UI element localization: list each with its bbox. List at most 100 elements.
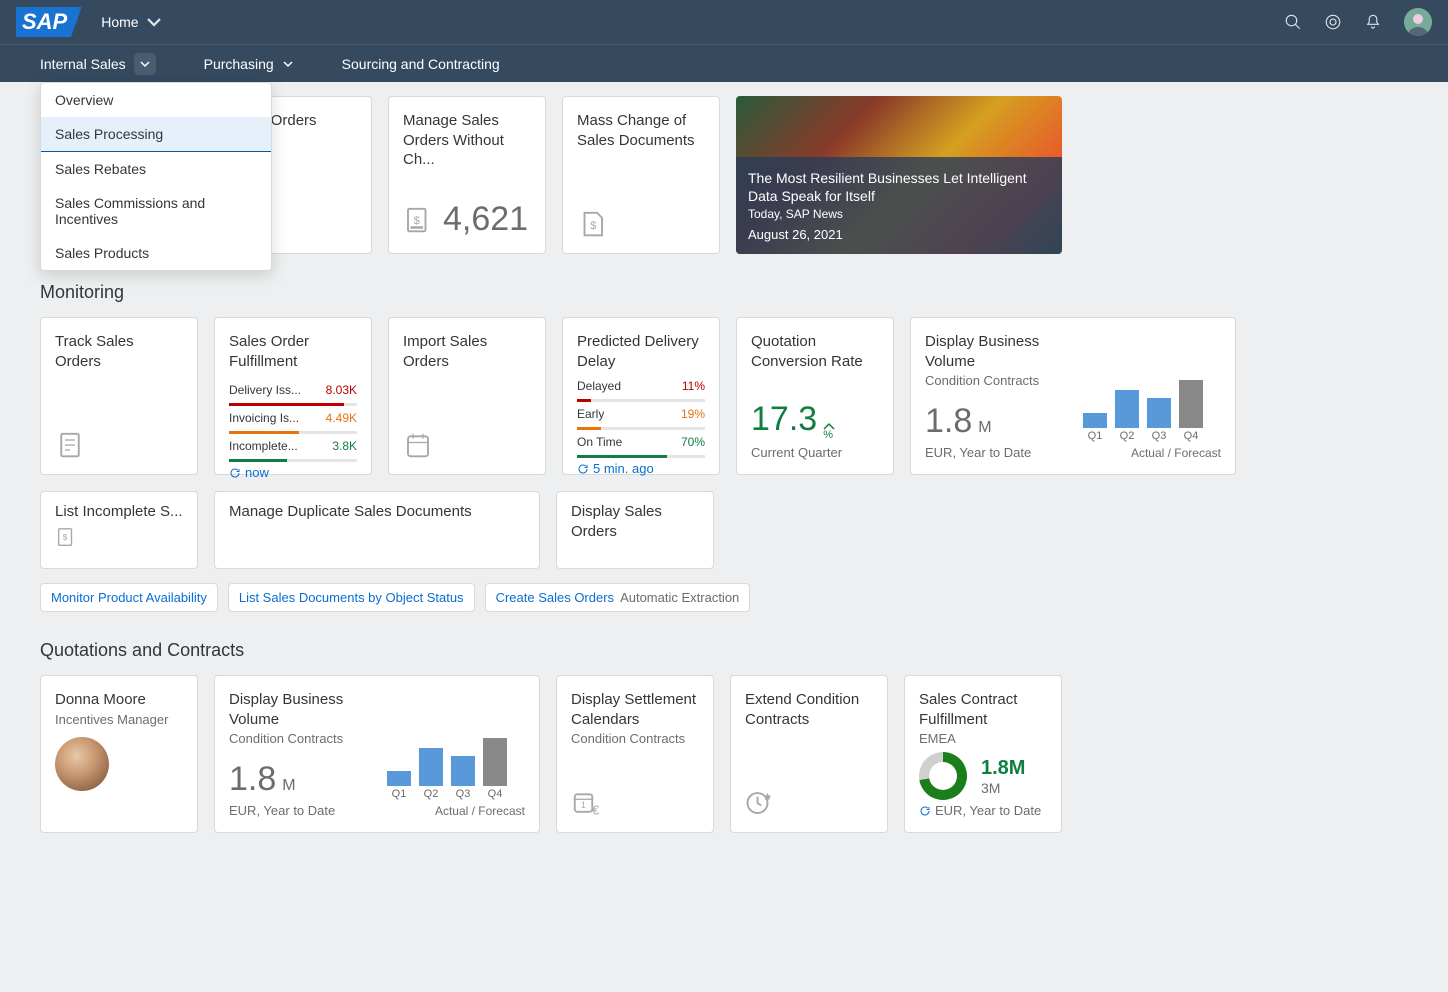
chevron-down-icon [134, 53, 156, 75]
kpi-value: 1.8 [925, 402, 972, 441]
chart-footer: Actual / Forecast [385, 804, 525, 818]
kpi-footer: EUR, Year to Date [229, 803, 365, 818]
tile-title: List Incomplete S... [55, 502, 183, 522]
tile-manage-sales-orders[interactable]: Manage Sales Orders Without Ch... $ 4,62… [388, 96, 546, 254]
link-pill[interactable]: Monitor Product Availability [40, 583, 218, 612]
news-date: August 26, 2021 [748, 227, 1050, 242]
tile-title: Display Business Volume [925, 332, 1061, 371]
dropdown-item[interactable]: Overview [41, 83, 271, 117]
dropdown-item[interactable]: Sales Products [41, 236, 271, 270]
tile-subtitle: Condition Contracts [925, 373, 1061, 388]
header-actions [1284, 8, 1432, 36]
tile-display-sales-orders[interactable]: Display Sales Orders [556, 491, 714, 569]
caret-down-icon [145, 13, 163, 31]
metric-bar [229, 403, 357, 406]
link-pill[interactable]: List Sales Documents by Object Status [228, 583, 475, 612]
contact-avatar [55, 737, 109, 791]
sap-logo: SAP [16, 7, 89, 37]
fulfillment-small: 3M [981, 780, 1025, 796]
document-money-icon: $ [55, 526, 77, 548]
home-nav[interactable]: Home [101, 13, 162, 31]
kpi-value: 17.3 [751, 400, 817, 439]
tile-quotation-conversion[interactable]: Quotation Conversion Rate 17.3 % Current… [736, 317, 894, 475]
metric-row: Early19% [577, 405, 705, 424]
tile-display-business-volume[interactable]: Display Business Volume Condition Contra… [910, 317, 1236, 475]
user-avatar[interactable] [1404, 8, 1432, 36]
news-title: The Most Resilient Businesses Let Intell… [748, 169, 1050, 205]
tile-predicted-delivery-delay[interactable]: Predicted Delivery Delay Delayed11% Early… [562, 317, 720, 475]
calendar-euro-icon: 1€ [571, 788, 601, 818]
kpi-footer: Current Quarter [751, 445, 879, 460]
section-title-monitoring: Monitoring [40, 282, 1408, 303]
nav-sourcing[interactable]: Sourcing and Contracting [342, 56, 500, 72]
tile-sales-order-fulfillment[interactable]: Sales Order Fulfillment Delivery Iss...8… [214, 317, 372, 475]
tile-settlement-calendars[interactable]: Display Settlement Calendars Condition C… [556, 675, 714, 833]
nav-label: Purchasing [204, 56, 274, 72]
metric-bar [229, 459, 357, 462]
contact-name: Donna Moore [55, 690, 183, 710]
link-pills: Monitor Product Availability List Sales D… [40, 583, 1408, 612]
list-document-icon [55, 430, 85, 460]
search-icon[interactable] [1284, 13, 1302, 31]
chart-bar: Q3 [449, 756, 477, 800]
tile-sales-contract-fulfillment[interactable]: Sales Contract Fulfillment EMEA 1.8M 3M … [904, 675, 1062, 833]
tile-manage-duplicate[interactable]: Manage Duplicate Sales Documents [214, 491, 540, 569]
metric-row: Delivery Iss...8.03K [229, 381, 357, 400]
internal-sales-dropdown: OverviewSales ProcessingSales RebatesSal… [40, 82, 272, 271]
home-label: Home [101, 14, 138, 30]
refresh-link[interactable]: now [229, 465, 357, 480]
tile-title: Display Sales Orders [571, 502, 699, 541]
tile-title: Sales Contract Fulfillment [919, 690, 1047, 729]
link-pill[interactable]: Create Sales OrdersAutomatic Extraction [485, 583, 751, 612]
tile-extend-condition[interactable]: Extend Condition Contracts [730, 675, 888, 833]
dropdown-item[interactable]: Sales Processing [41, 117, 271, 152]
chart-footer: Actual / Forecast [1081, 446, 1221, 460]
svg-text:$: $ [414, 214, 421, 226]
tile-subtitle: Condition Contracts [229, 731, 365, 746]
tile-title: Predicted Delivery Delay [577, 332, 705, 371]
tile-list-incomplete[interactable]: List Incomplete S... $ [40, 491, 198, 569]
nav-internal-sales[interactable]: Internal Sales [40, 53, 156, 75]
document-money-icon: $ [403, 205, 433, 235]
dropdown-item[interactable]: Sales Rebates [41, 152, 271, 186]
metric-bar [229, 431, 357, 434]
tile-subtitle: EMEA [919, 731, 1047, 746]
document-money-icon: $ [577, 209, 607, 239]
tile-track-sales-orders[interactable]: Track Sales Orders [40, 317, 198, 475]
tile-title: Sales Order Fulfillment [229, 332, 357, 371]
copilot-icon[interactable] [1324, 13, 1342, 31]
nav-label: Internal Sales [40, 56, 126, 72]
nav-purchasing[interactable]: Purchasing [204, 56, 294, 72]
chart-bar: Q2 [1113, 390, 1141, 442]
refresh-icon [919, 805, 931, 817]
news-source: Today, SAP News [748, 207, 1050, 221]
svg-text:$: $ [63, 532, 68, 541]
tile-title: Manage Duplicate Sales Documents [229, 502, 525, 522]
svg-text:$: $ [590, 220, 597, 232]
donut-chart [919, 752, 967, 800]
metric-bar [577, 455, 705, 458]
chevron-down-icon [282, 58, 294, 70]
tile-subtitle: Condition Contracts [571, 731, 699, 746]
refresh-icon [229, 467, 241, 479]
tile-title: Extend Condition Contracts [745, 690, 873, 729]
kpi-footer: EUR, Year to Date [925, 445, 1061, 460]
nav-bar: Internal Sales Purchasing Sourcing and C… [0, 44, 1448, 82]
tile-mass-change[interactable]: Mass Change of Sales Documents $ [562, 96, 720, 254]
news-tile[interactable]: The Most Resilient Businesses Let Intell… [736, 96, 1062, 254]
tile-business-volume-2[interactable]: Display Business Volume Condition Contra… [214, 675, 540, 833]
metric-row: On Time70% [577, 433, 705, 452]
dropdown-item[interactable]: Sales Commissions and Incentives [41, 186, 271, 236]
tile-title: Quotation Conversion Rate [751, 332, 879, 371]
chart-bar: Q1 [1081, 413, 1109, 442]
chart-bar: Q3 [1145, 398, 1173, 442]
refresh-link[interactable]: 5 min. ago [577, 461, 705, 476]
refresh-link[interactable]: EUR, Year to Date [919, 803, 1047, 818]
chart-bar: Q4 [481, 738, 509, 800]
bell-icon[interactable] [1364, 13, 1382, 31]
clock-star-icon [745, 788, 775, 818]
metric-bar [577, 399, 705, 402]
metric-row: Delayed11% [577, 377, 705, 396]
tile-contact[interactable]: Donna Moore Incentives Manager [40, 675, 198, 833]
tile-import-sales-orders[interactable]: Import Sales Orders [388, 317, 546, 475]
